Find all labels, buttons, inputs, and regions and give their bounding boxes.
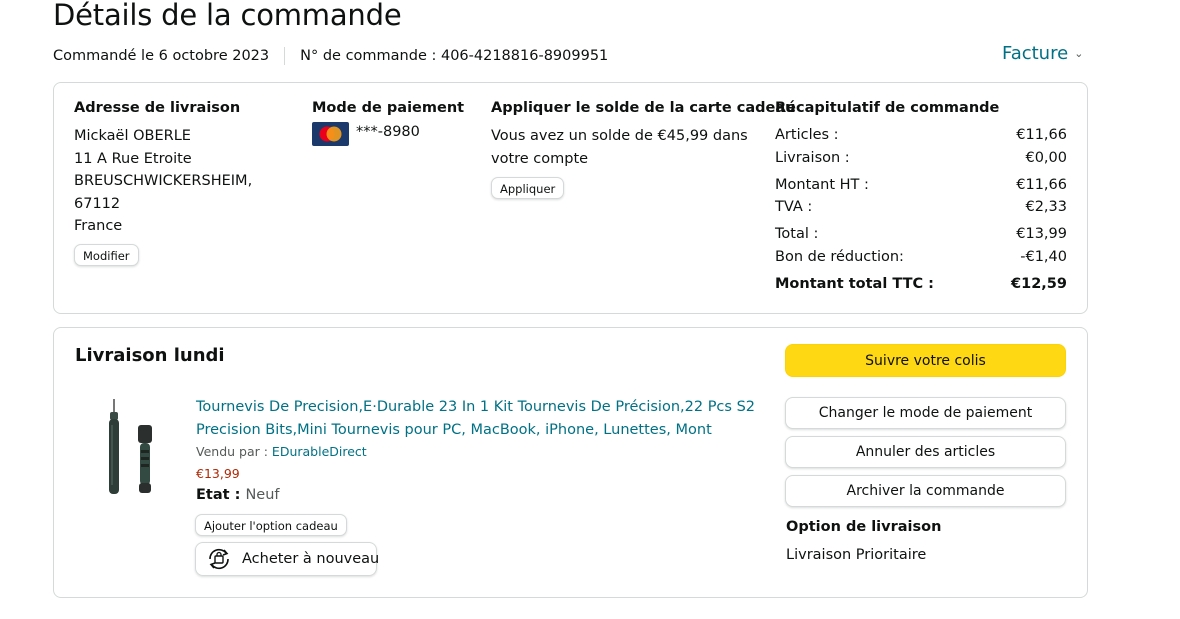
- summary-label: Articles :: [775, 127, 839, 143]
- archive-order-button[interactable]: Archiver la commande: [785, 475, 1066, 507]
- summary-label: Livraison :: [775, 150, 850, 166]
- summary-row: Bon de réduction: -€1,40: [775, 249, 1067, 265]
- order-summary-header: Récapitulatif de commande: [775, 100, 1000, 116]
- apply-gift-card-button[interactable]: Appliquer: [491, 177, 565, 199]
- invoice-label: Facture: [1002, 43, 1069, 64]
- cancel-items-button[interactable]: Annuler des articles: [785, 436, 1066, 468]
- sold-by-label: Vendu par :: [196, 444, 272, 459]
- payment-method-header: Mode de paiement: [312, 100, 465, 116]
- mastercard-icon: [312, 122, 349, 146]
- summary-row: Montant HT : €11,66: [775, 177, 1067, 193]
- summary-value: €13,99: [1016, 226, 1067, 242]
- summary-row: Livraison : €0,00: [775, 150, 1067, 166]
- delivery-option-header: Option de livraison: [786, 519, 942, 535]
- buy-again-label: Acheter à nouveau: [242, 551, 380, 567]
- sold-by: Vendu par : EDurableDirect: [196, 444, 367, 459]
- edit-address-button[interactable]: Modifier: [74, 244, 139, 266]
- condition-label: Etat :: [196, 487, 246, 503]
- product-title-link[interactable]: Tournevis De Precision,E·Durable 23 In 1…: [196, 396, 755, 441]
- address-line: 11 A Rue Etroite: [74, 150, 192, 167]
- product-title-line[interactable]: Tournevis De Precision,E·Durable 23 In 1…: [196, 396, 755, 419]
- buy-again-button[interactable]: Acheter à nouveau: [195, 542, 380, 576]
- summary-total-label: Montant total TTC :: [775, 276, 934, 292]
- invoice-dropdown[interactable]: Facture ⌄: [1002, 43, 1083, 64]
- summary-total-row: Montant total TTC : €12,59: [775, 276, 1067, 292]
- order-number: N° de commande : 406-4218816-8909951: [300, 48, 609, 64]
- summary-value: €2,33: [1025, 199, 1067, 215]
- summary-label: Montant HT :: [775, 177, 869, 193]
- address-line: 67112: [74, 195, 121, 212]
- summary-row: Articles : €11,66: [775, 127, 1067, 143]
- delivery-option-value: Livraison Prioritaire: [786, 547, 927, 563]
- address-line: France: [74, 218, 123, 234]
- card-number: ***-8980: [356, 124, 420, 140]
- buy-again-icon: [205, 546, 233, 572]
- gift-card-balance: Vous avez un solde de €45,99 dans votre …: [491, 125, 748, 170]
- add-gift-option-button[interactable]: Ajouter l'option cadeau: [195, 514, 347, 536]
- product-image[interactable]: [100, 395, 160, 500]
- summary-total-value: €12,59: [1011, 276, 1067, 292]
- gift-card-header: Appliquer le solde de la carte cadeau: [491, 100, 796, 116]
- summary-value: -€1,40: [1020, 249, 1067, 265]
- product-title-line[interactable]: Precision Bits,Mini Tournevis pour PC, M…: [196, 419, 755, 442]
- product-condition: Etat : Neuf: [196, 487, 280, 503]
- chevron-down-icon: ⌄: [1074, 47, 1084, 60]
- summary-label: Total :: [775, 226, 819, 242]
- order-meta: Commandé le 6 octobre 2023 N° de command…: [53, 47, 608, 65]
- condition-value: Neuf: [245, 487, 280, 503]
- product-price: €13,99: [196, 466, 240, 481]
- address-line: Mickaël OBERLE: [74, 128, 191, 144]
- track-package-button[interactable]: Suivre votre colis: [785, 344, 1066, 377]
- address-line: BREUSCHWICKERSHEIM,: [74, 173, 253, 189]
- gift-card-text: votre compte: [491, 150, 589, 167]
- summary-value: €11,66: [1016, 177, 1067, 193]
- divider: [284, 47, 286, 65]
- shipping-address-header: Adresse de livraison: [74, 100, 241, 116]
- change-payment-button[interactable]: Changer le mode de paiement: [785, 397, 1066, 429]
- order-date: Commandé le 6 octobre 2023: [53, 48, 270, 64]
- summary-label: Bon de réduction:: [775, 249, 904, 265]
- seller-link[interactable]: EDurableDirect: [272, 444, 367, 459]
- delivery-header: Livraison lundi: [75, 345, 225, 366]
- summary-value: €11,66: [1016, 127, 1067, 143]
- summary-label: TVA :: [775, 199, 813, 215]
- summary-value: €0,00: [1025, 150, 1067, 166]
- summary-row: TVA : €2,33: [775, 199, 1067, 215]
- page-title: Détails de la commande: [53, 0, 402, 32]
- summary-row: Total : €13,99: [775, 226, 1067, 242]
- shipping-address: Mickaël OBERLE 11 A Rue Etroite BREUSCHW…: [74, 125, 252, 238]
- gift-card-text: Vous avez un solde de €45,99 dans: [491, 128, 748, 144]
